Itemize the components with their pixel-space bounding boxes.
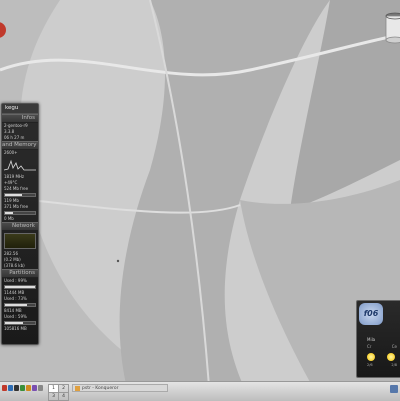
partition-bar (4, 303, 36, 307)
section-memory: and Memory (2, 141, 38, 150)
taskbar: 1 2 3 4 pstr - Konqueror (0, 381, 400, 401)
widget-title: kegu (2, 104, 38, 114)
systray-icon[interactable] (390, 385, 398, 393)
mem-bar (4, 193, 36, 197)
folder-icon (75, 386, 80, 391)
task-konqueror[interactable]: pstr - Konqueror (72, 384, 168, 392)
mem-line: 524 Mb free (4, 186, 29, 191)
section-network: Network (2, 222, 38, 231)
partition-bar (4, 321, 36, 325)
mem-bar-fill (5, 212, 13, 214)
partition-line: Used : 73% (4, 296, 27, 301)
weather-temp: 2/8 (391, 363, 397, 367)
cpu-graph (3, 159, 36, 171)
partition-bar-fill (5, 304, 27, 306)
terminal-icon[interactable] (14, 385, 19, 391)
mem-bar (4, 211, 36, 215)
task-label: pstr - Konqueror (82, 386, 119, 391)
home-icon[interactable] (8, 385, 13, 391)
partition-line: Used : 99% (4, 278, 27, 283)
section-partitions: Partitions (2, 269, 38, 278)
mem-bar-fill (5, 194, 22, 196)
section-infos: Infos (2, 114, 38, 123)
app-icon[interactable] (38, 385, 43, 391)
partition-bar-fill (5, 286, 35, 288)
browser-icon[interactable] (20, 385, 25, 391)
desktop-wallpaper (0, 0, 400, 400)
media-icon[interactable] (32, 385, 37, 391)
weather-city: Mila (367, 337, 376, 342)
partition-bar (4, 285, 36, 289)
weather-widget: f06 Mila Cr Ce 2/6 2/8 (356, 300, 400, 378)
system-monitor-widget: kegu Infos 2-gentoo-r9 3.3.8 06 h 27 m a… (1, 103, 39, 345)
network-graph (4, 233, 36, 249)
partition-bar-fill (5, 322, 23, 324)
partition-line: Used : 59% (4, 314, 27, 319)
files-icon[interactable] (26, 385, 31, 391)
trash-icon[interactable] (384, 12, 400, 46)
mem-line: 371 Mb free (4, 204, 29, 209)
weather-day: Cr (367, 344, 372, 349)
weather-temp: 2/6 (367, 363, 373, 367)
weather-day: Ce (391, 344, 397, 349)
partition-line: 105816 MB (4, 326, 27, 331)
weather-bubble: f06 (359, 303, 383, 325)
sun-icon (367, 353, 375, 361)
kmenu-icon[interactable] (2, 385, 7, 391)
cpu-line: 2600+ (4, 150, 18, 155)
sun-icon (387, 353, 395, 361)
